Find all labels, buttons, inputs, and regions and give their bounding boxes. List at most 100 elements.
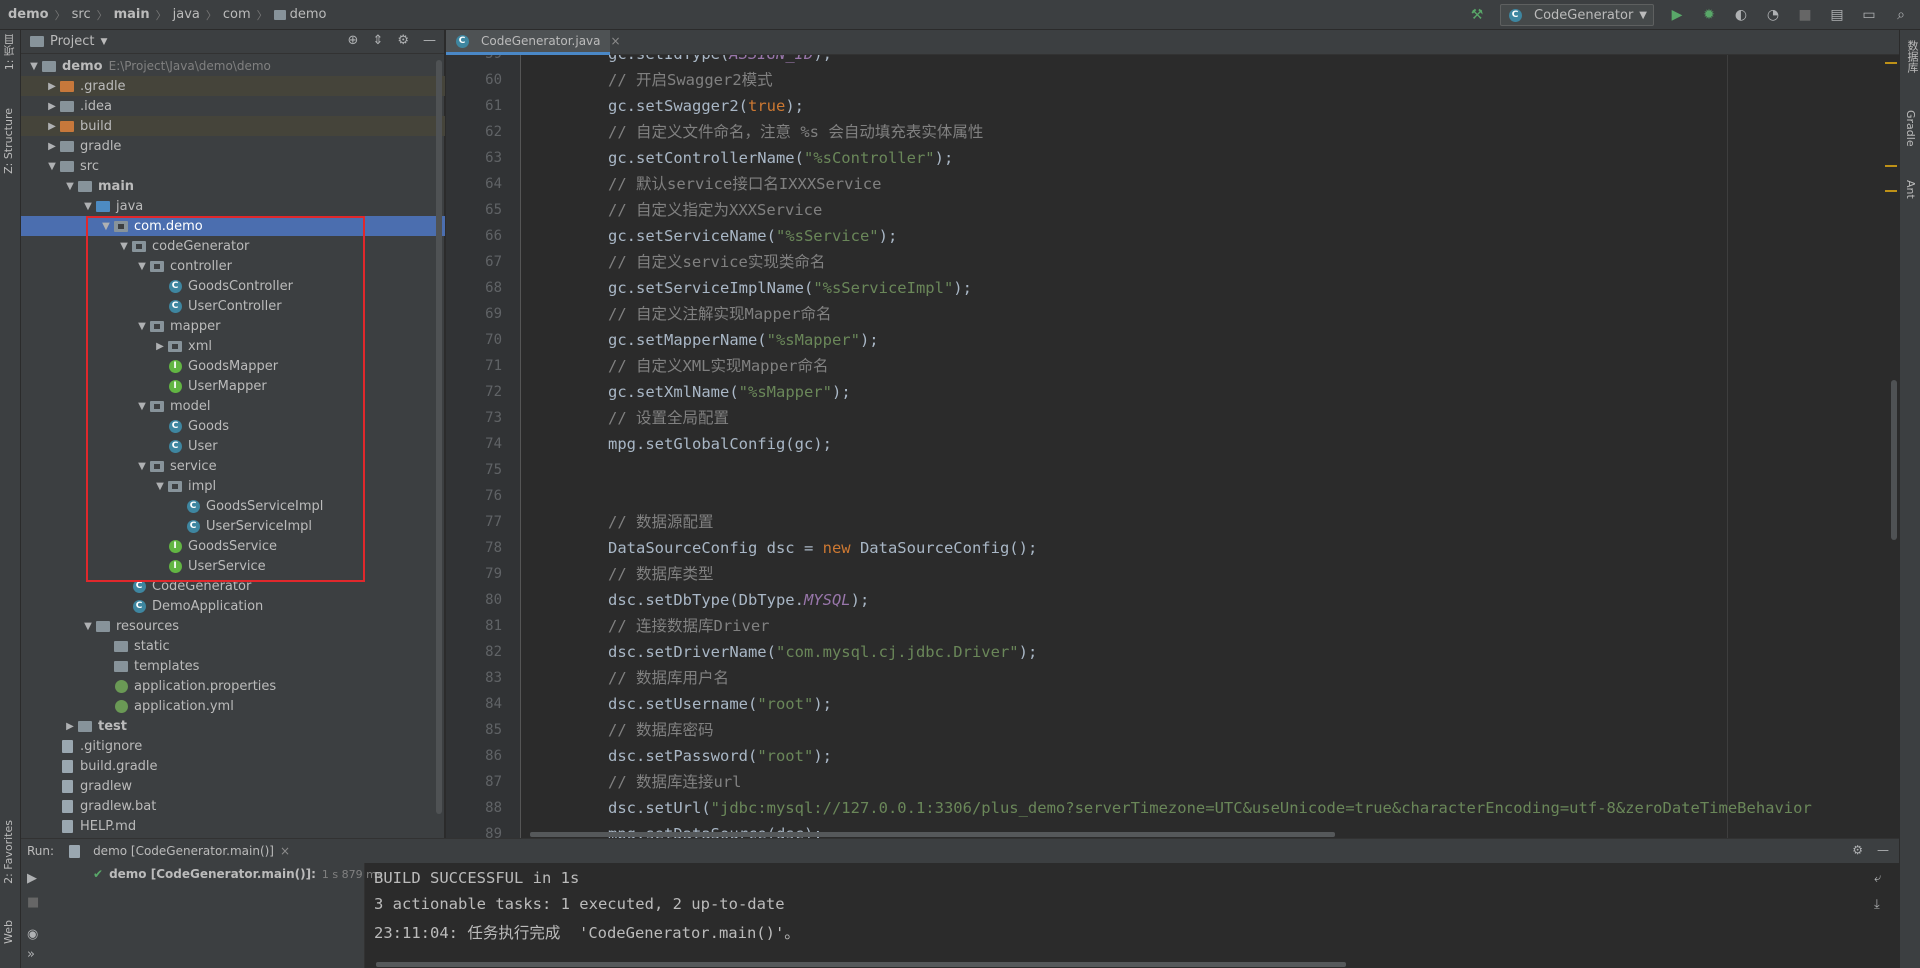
minimize-icon[interactable]: — (423, 33, 436, 48)
tree-item[interactable]: application.properties (21, 676, 445, 696)
tree-item[interactable]: ▶ test (21, 716, 445, 736)
expand-arrow-icon[interactable]: ▼ (81, 621, 95, 632)
code-line[interactable]: 65 // 自定义指定为XXXService (485, 197, 1877, 223)
code-line[interactable]: 61 gc.setSwagger2(true); (485, 93, 1877, 119)
tree-item[interactable]: application.yml (21, 696, 445, 716)
tree-item[interactable]: ▶ .idea (21, 96, 445, 116)
collapse-arrow-icon[interactable]: ▶ (63, 721, 77, 732)
expand-arrow-icon[interactable]: ▼ (27, 61, 41, 72)
code-line[interactable]: 87 // 数据库连接url (485, 769, 1877, 795)
expand-arrow-icon[interactable]: ▼ (63, 181, 77, 192)
collapse-arrow-icon[interactable]: ▶ (45, 141, 59, 152)
code-line[interactable]: 67 // 自定义service实现类命名 (485, 249, 1877, 275)
locate-icon[interactable]: ⊕ (348, 33, 359, 48)
tree-item[interactable]: static (21, 636, 445, 656)
gear-icon[interactable]: ⚙ (397, 33, 409, 48)
code-line[interactable]: 83 // 数据库用户名 (485, 665, 1877, 691)
project-structure-icon[interactable]: ▤ (1828, 6, 1846, 24)
tab-codegenerator[interactable]: C CodeGenerator.java × (446, 30, 621, 55)
profile-icon[interactable]: ◔ (1764, 6, 1782, 24)
code-line[interactable]: 86 dsc.setPassword("root"); (485, 743, 1877, 769)
run-tab[interactable]: demo [CodeGenerator.main()] × (66, 843, 290, 859)
code-line[interactable]: 85 // 数据库密码 (485, 717, 1877, 743)
editor-vertical-scrollbar[interactable] (1891, 380, 1897, 540)
code-line[interactable]: 82 dsc.setDriverName("com.mysql.cj.jdbc.D… (485, 639, 1877, 665)
code-line[interactable]: 66 gc.setServiceName("%sService"); (485, 223, 1877, 249)
code-line[interactable]: 72 gc.setXmlName("%sMapper"); (485, 379, 1877, 405)
editor-horizontal-scrollbar[interactable] (530, 832, 1335, 837)
error-stripe-marker[interactable] (1885, 190, 1897, 192)
tool-tab-gradle[interactable]: Gradle (1904, 110, 1917, 147)
tree-item[interactable]: ▼ mapper (21, 316, 445, 336)
close-icon[interactable]: × (280, 844, 290, 858)
expand-arrow-icon[interactable]: ▼ (153, 481, 167, 492)
expand-arrow-icon[interactable]: ▼ (135, 461, 149, 472)
code-line[interactable]: 84 dsc.setUsername("root"); (485, 691, 1877, 717)
collapse-arrow-icon[interactable]: ▶ (45, 81, 59, 92)
collapse-all-icon[interactable]: ⇕ (372, 33, 383, 48)
error-stripe-marker[interactable] (1885, 62, 1897, 64)
breadcrumb-item[interactable]: demo (8, 7, 49, 22)
error-stripe-marker[interactable] (1885, 165, 1897, 167)
expand-arrow-icon[interactable]: ▼ (135, 321, 149, 332)
code-line[interactable]: 80 dsc.setDbType(DbType.MYSQL); (485, 587, 1877, 613)
tree-item[interactable]: HELP.md (21, 816, 445, 836)
tree-item[interactable]: ▼ controller (21, 256, 445, 276)
code-line[interactable]: 81 // 连接数据库Driver (485, 613, 1877, 639)
tree-item[interactable]: I GoodsService (21, 536, 445, 556)
tree-item[interactable]: ▶ build (21, 116, 445, 136)
code-line[interactable]: 74 mpg.setGlobalConfig(gc); (485, 431, 1877, 457)
tree-item[interactable]: ▶ .gradle (21, 76, 445, 96)
collapse-arrow-icon[interactable]: ▶ (153, 341, 167, 352)
tree-item[interactable]: I UserService (21, 556, 445, 576)
tool-tab-project[interactable]: 1: 项目 (2, 34, 18, 70)
tree-item[interactable]: C GoodsController (21, 276, 445, 296)
scroll-to-end-icon[interactable]: ⤓ (1874, 897, 1880, 912)
code-line[interactable]: 71 // 自定义XML实现Mapper命名 (485, 353, 1877, 379)
tree-item[interactable]: ▶ gradle (21, 136, 445, 156)
tree-item[interactable]: gradlew.bat (21, 796, 445, 816)
debug-icon[interactable]: ✹ (1700, 6, 1718, 24)
code-line[interactable]: 79 // 数据库类型 (485, 561, 1877, 587)
tool-tab-ant[interactable]: Ant (1904, 180, 1917, 199)
tree-item[interactable]: ▼ codeGenerator (21, 236, 445, 256)
expand-arrow-icon[interactable]: ▼ (99, 221, 113, 232)
tree-item[interactable]: I GoodsMapper (21, 356, 445, 376)
tree-item[interactable]: C GoodsServiceImpl (21, 496, 445, 516)
soft-wrap-icon[interactable]: ⤶ (1874, 871, 1881, 886)
run-tree-item[interactable]: ✔ demo [CodeGenerator.main()]: 1 s 879 m… (93, 867, 383, 881)
tool-tab-database[interactable]: 数据库 (1904, 40, 1920, 73)
tree-item[interactable]: C UserServiceImpl (21, 516, 445, 536)
tree-item[interactable]: build.gradle (21, 756, 445, 776)
tree-item[interactable]: I UserMapper (21, 376, 445, 396)
hammer-build-icon[interactable]: ⚒ (1468, 6, 1486, 24)
tree-item[interactable]: ▼ demo E:\Project\Java\demo\demo (21, 56, 445, 76)
expand-arrow-icon[interactable]: ▼ (117, 241, 131, 252)
tree-item[interactable]: ▼ service (21, 456, 445, 476)
code-line[interactable]: 73 // 设置全局配置 (485, 405, 1877, 431)
collapse-arrow-icon[interactable]: ▶ (45, 101, 59, 112)
expand-arrow-icon[interactable]: ▼ (135, 401, 149, 412)
tree-item[interactable]: C CodeGenerator (21, 576, 445, 596)
run-configuration-select[interactable]: C CodeGenerator ▼ (1500, 4, 1654, 26)
chevron-down-icon[interactable]: ▼ (100, 37, 107, 47)
code-line[interactable]: 77 // 数据源配置 (485, 509, 1877, 535)
eye-icon[interactable]: ◉ (27, 927, 38, 942)
tool-tab-web[interactable]: Web (2, 920, 15, 944)
gear-icon[interactable]: ⚙ (1852, 843, 1863, 857)
code-editor[interactable]: 59gc.setIdType(ASSIGN_ID);60// 开启Swagger… (485, 55, 1877, 838)
tree-item[interactable]: ▼ main (21, 176, 445, 196)
tree-item[interactable]: C DemoApplication (21, 596, 445, 616)
tree-item[interactable]: ▼ src (21, 156, 445, 176)
breadcrumb-item[interactable]: demo (290, 7, 327, 22)
breadcrumb-item[interactable]: java (173, 7, 200, 22)
tree-item[interactable]: ▶ xml (21, 336, 445, 356)
stop-icon[interactable]: ■ (1796, 6, 1814, 24)
code-line[interactable]: 63 gc.setControllerName("%sController"); (485, 145, 1877, 171)
expand-arrow-icon[interactable]: ▼ (135, 261, 149, 272)
coverage-icon[interactable]: ◐ (1732, 6, 1750, 24)
code-line[interactable]: 62 // 自定义文件命名，注意 %s 会自动填充表实体属性 (485, 119, 1877, 145)
code-line[interactable]: 78 DataSourceConfig dsc = new DataSourceC… (485, 535, 1877, 561)
tree-item[interactable]: ▼ model (21, 396, 445, 416)
code-line[interactable]: 88 dsc.setUrl("jdbc:mysql://127.0.0.1:330… (485, 795, 1877, 821)
